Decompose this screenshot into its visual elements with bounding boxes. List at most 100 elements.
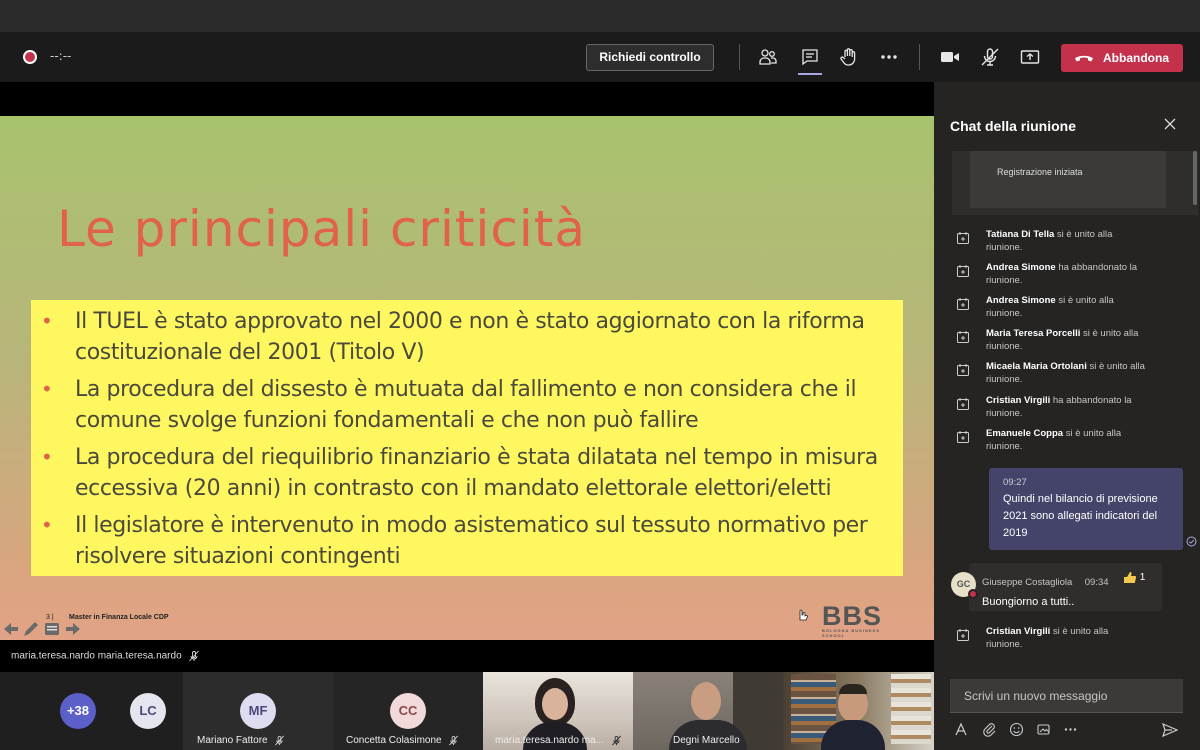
recording-started-notice: Registrazione iniziata [970,151,1166,208]
busy-status-badge [968,589,978,599]
mic-off-icon [275,735,285,746]
chat-message[interactable]: Giuseppe Costagliola 09:34 Buongiorno a … [969,563,1162,611]
slide-bullet: • La procedura del riequilibrio finanzia… [41,442,893,504]
toolbar-divider [739,44,740,70]
bullet-marker: • [41,309,53,333]
system-message-name: Cristian Virgili [986,626,1051,637]
leave-meeting-icon [957,265,969,277]
format-icon[interactable] [954,722,969,737]
next-slide-icon[interactable] [64,620,82,638]
message-time: 09:27 [1003,477,1027,488]
compose-message-input[interactable]: Scrivi un nuovo messaggio [950,679,1183,713]
bullet-marker: • [41,513,53,537]
slide-navigation [2,620,82,642]
participant-name: Concetta Colasimone [346,735,459,746]
shared-content-stage: Le principali criticità • Il TUEL è stat… [0,82,934,722]
leave-label: Abbandona [1103,51,1169,65]
avatar: MF [240,693,276,729]
meeting-timer: --:-- [50,49,72,63]
slide-title: Le principali criticità [57,200,587,258]
presenter-label-bar: maria.teresa.nardo maria.teresa.nardo [0,640,934,672]
participants-strip: +38 LC MF Mariano Fattore CC Concetta Co… [0,672,934,750]
slide-bullet: • Il TUEL è stato approvato nel 2000 e n… [41,306,893,368]
chat-active-indicator [798,73,822,75]
system-message-name: Emanuele Coppa [986,428,1064,439]
sticker-icon[interactable] [1036,722,1051,737]
raise-hand-icon[interactable] [837,45,861,69]
system-message-name: Micaela Maria Ortolani [986,361,1087,372]
close-icon[interactable] [1163,117,1177,131]
participant-name: maria.teresa.nardo ma... [495,735,622,746]
join-meeting-icon [957,364,969,376]
send-icon[interactable] [1162,723,1178,737]
system-message-name: Maria Teresa Porcelli [986,328,1081,339]
more-options-icon[interactable] [877,45,901,69]
like-reaction[interactable]: 1 [1123,571,1145,584]
participant-name-text: Mariano Fattore [197,735,268,746]
mic-off-icon [611,735,621,746]
bbs-logo-letters: BBS [822,601,883,631]
own-chat-message[interactable]: 09:27 Quindi nel bilancio di previsione … [989,468,1183,550]
join-meeting-icon [957,629,969,641]
chat-icon[interactable] [798,45,822,69]
previous-slide-icon[interactable] [2,620,20,638]
bullet-text: Il legislatore è intervenuto in modo asi… [75,513,868,569]
pen-icon[interactable] [22,620,40,638]
bbs-logo: BBS BOLOGNA BUSINESS SCHOOL [822,601,892,639]
request-control-button[interactable]: Richiedi controllo [586,44,714,71]
system-message-name: Tatiana Di Tella [986,229,1055,240]
slide-bullet: • La procedura del dissesto è mutuata da… [41,374,893,436]
participant-avatar-lc[interactable]: LC [130,693,166,729]
mic-off-icon [189,650,200,662]
hand-cursor-icon [799,609,808,621]
message-time: 09:34 [1084,577,1109,588]
overflow-participants-button[interactable]: +38 [60,693,96,729]
bullet-text: La procedura del riequilibrio finanziari… [75,445,878,501]
participants-icon[interactable] [756,45,780,69]
meeting-chat-panel: Chat della riunione Registrazione inizia… [934,82,1200,750]
participant-tile[interactable]: MF Mariano Fattore [183,672,333,750]
leave-meeting-icon [957,398,969,410]
read-receipt-icon [1186,536,1197,547]
video-person-face [691,682,721,720]
share-screen-icon[interactable] [1018,45,1042,69]
slide-bullet: • Il legislatore è intervenuto in modo a… [41,510,893,572]
message-text: Quindi nel bilancio di previsione 2021 s… [1003,493,1158,539]
presenter-name: maria.teresa.nardo maria.teresa.nardo [11,650,182,662]
bullet-text: Il TUEL è stato approvato nel 2000 e non… [75,309,865,365]
bullet-marker: • [41,377,53,401]
join-meeting-icon [957,232,969,244]
join-meeting-icon [957,431,969,443]
participant-video-tile[interactable]: Degni Marcello [633,672,783,750]
emoji-icon[interactable] [1009,722,1024,737]
join-meeting-icon [957,298,969,310]
system-message-name: Andrea Simone [986,262,1056,273]
attach-icon[interactable] [982,722,997,737]
slide-menu-icon[interactable] [43,620,61,638]
chat-scrollbar[interactable] [1193,151,1197,205]
recording-icon [23,50,37,64]
avatar: CC [390,693,426,729]
toolbar-divider [919,44,920,70]
participant-video-tile[interactable] [783,672,934,750]
window-top-strip [0,0,1200,32]
camera-icon[interactable] [938,45,962,69]
bullet-marker: • [41,445,53,469]
bullet-text: La procedura del dissesto è mutuata dal … [75,377,857,433]
participant-name-text: maria.teresa.nardo ma... [495,735,604,746]
video-bookshelf [891,674,931,744]
video-person-hair [839,684,867,694]
thumbs-up-icon [1124,572,1137,584]
presentation-slide: Le principali criticità • Il TUEL è stat… [0,116,934,722]
meeting-toolbar: --:-- Richiedi controllo Abbandona [0,32,1200,82]
mic-off-icon [449,735,459,746]
more-icon[interactable] [1063,722,1078,737]
participant-tile[interactable]: CC Concetta Colasimone [333,672,483,750]
leave-button[interactable]: Abbandona [1061,44,1183,72]
chat-title: Chat della riunione [950,118,1077,134]
join-meeting-icon [957,331,969,343]
participant-name: Mariano Fattore [197,735,285,746]
video-person-face [542,688,568,720]
mic-off-icon[interactable] [978,45,1002,69]
participant-video-tile[interactable]: maria.teresa.nardo ma... [483,672,633,750]
